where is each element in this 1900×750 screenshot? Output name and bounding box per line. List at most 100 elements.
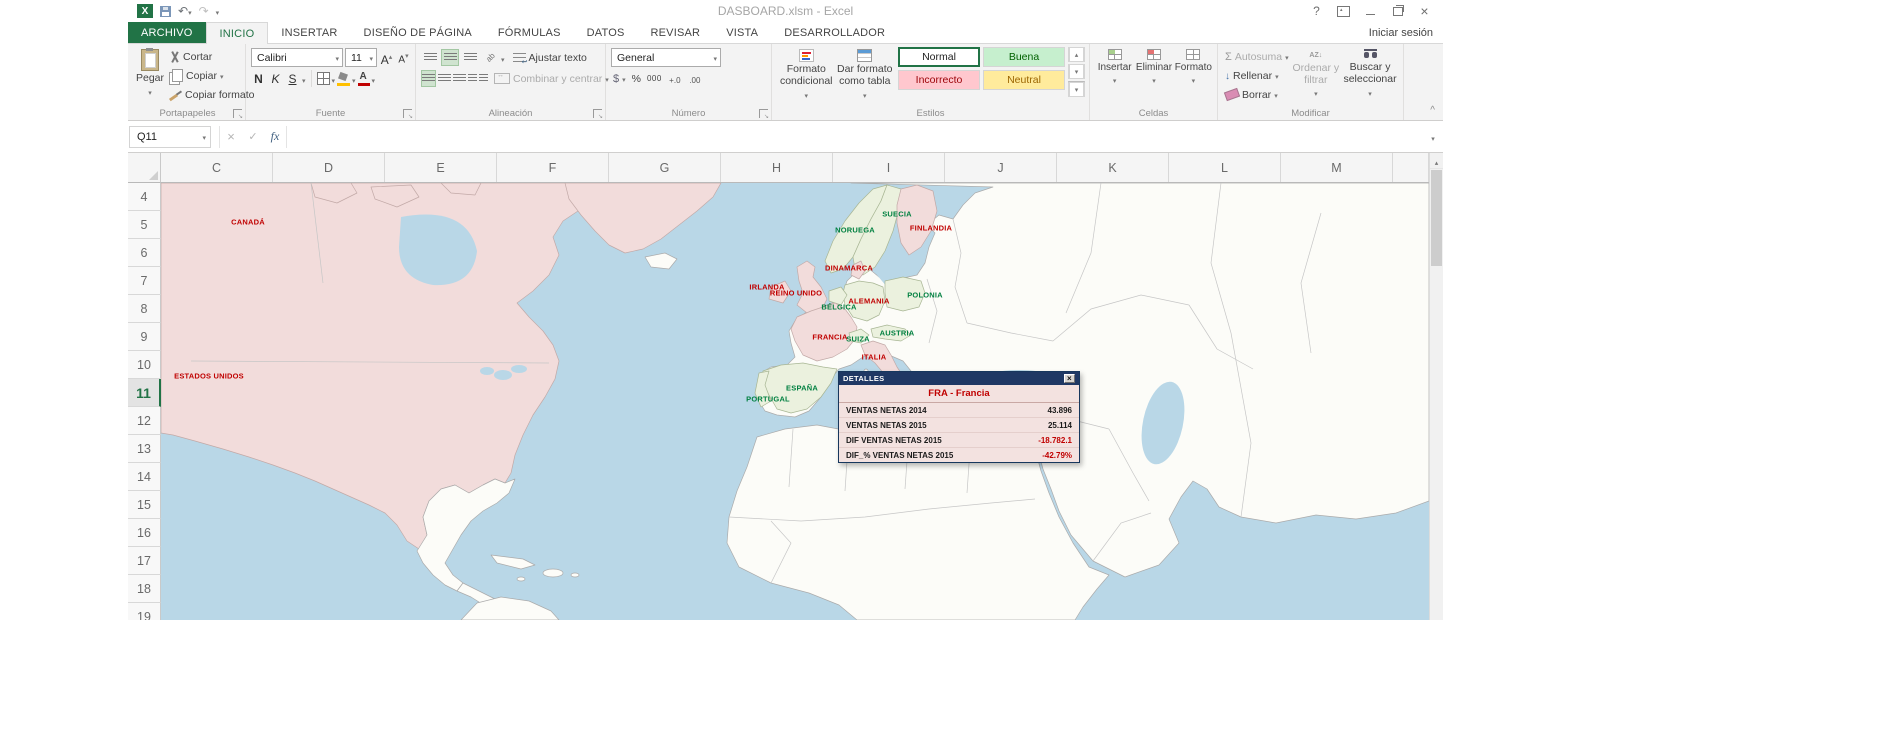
redo-button[interactable] xyxy=(199,5,209,17)
styles-scroll-up-button[interactable] xyxy=(1068,47,1085,62)
row-header-16[interactable]: 16 xyxy=(128,519,161,547)
merge-center-button[interactable]: Combinar y centrar xyxy=(492,69,611,88)
orientation-button[interactable] xyxy=(481,49,499,66)
fill-button[interactable]: Rellenar xyxy=(1223,66,1291,85)
qat-customize-button[interactable] xyxy=(216,5,220,17)
styles-scroll-down-button[interactable] xyxy=(1068,64,1085,79)
tab-diseno-de-pagina[interactable]: DISEÑO DE PÁGINA xyxy=(351,22,485,43)
formula-input[interactable] xyxy=(286,126,1423,148)
cut-button[interactable]: Cortar xyxy=(167,47,256,66)
paste-dropdown-icon[interactable] xyxy=(148,87,152,99)
font-size-dropdown-icon[interactable] xyxy=(369,52,373,64)
orientation-dropdown-icon[interactable] xyxy=(501,49,505,67)
comma-style-button[interactable]: 000 xyxy=(645,69,664,88)
bold-button[interactable]: N xyxy=(251,72,266,86)
sort-filter-dropdown-icon[interactable] xyxy=(1314,88,1318,100)
percent-style-button[interactable]: % xyxy=(630,69,643,88)
row-header-8[interactable]: 8 xyxy=(128,295,161,323)
copy-dropdown-icon[interactable] xyxy=(220,70,224,82)
collapse-ribbon-icon[interactable] xyxy=(1430,105,1435,116)
find-select-dropdown-icon[interactable] xyxy=(1368,88,1372,100)
format-cells-dropdown-icon[interactable] xyxy=(1192,75,1196,87)
insert-cells-button[interactable]: Insertar xyxy=(1095,47,1134,89)
insert-cells-dropdown-icon[interactable] xyxy=(1113,75,1117,87)
tab-formulas[interactable]: FÓRMULAS xyxy=(485,22,574,43)
find-select-button[interactable]: Buscar y seleccionar xyxy=(1341,47,1399,101)
row-header-18[interactable]: 18 xyxy=(128,575,161,603)
font-size-combo[interactable]: 11 xyxy=(345,48,377,67)
align-bottom-button[interactable] xyxy=(461,49,479,66)
underline-button[interactable]: S xyxy=(285,72,300,86)
column-header-clipped[interactable] xyxy=(1393,153,1429,182)
row-header-11[interactable]: 11 xyxy=(128,379,161,407)
format-cells-button[interactable]: Formato xyxy=(1174,47,1213,89)
accounting-format-button[interactable] xyxy=(611,69,628,88)
tab-datos[interactable]: DATOS xyxy=(574,22,638,43)
name-box-dropdown-icon[interactable] xyxy=(202,131,206,143)
align-right-button[interactable] xyxy=(453,70,466,87)
column-header-m[interactable]: M xyxy=(1281,153,1393,182)
font-name-combo[interactable]: Calibri xyxy=(251,48,343,67)
sign-in-link[interactable]: Iniciar sesión xyxy=(1369,22,1443,43)
tab-revisar[interactable]: REVISAR xyxy=(638,22,714,43)
copy-button[interactable]: Copiar xyxy=(167,66,256,85)
fill-dropdown-icon[interactable] xyxy=(1275,70,1279,82)
decrease-indent-button[interactable] xyxy=(468,70,477,87)
conditional-formatting-button[interactable]: Formato condicional xyxy=(777,47,836,103)
formula-enter-button[interactable] xyxy=(242,126,264,148)
insert-function-button[interactable]: fx xyxy=(264,126,286,148)
font-name-dropdown-icon[interactable] xyxy=(335,52,339,64)
align-left-button[interactable] xyxy=(421,70,436,87)
column-header-k[interactable]: K xyxy=(1057,153,1169,182)
popup-close-icon[interactable] xyxy=(1064,374,1075,383)
restore-button[interactable] xyxy=(1384,1,1411,21)
undo-button[interactable] xyxy=(178,5,192,17)
cell-style-good[interactable]: Buena xyxy=(983,47,1065,67)
decrease-decimal-button[interactable] xyxy=(686,70,704,87)
ribbon-display-options-button[interactable] xyxy=(1330,1,1357,21)
vertical-scrollbar[interactable] xyxy=(1429,153,1443,620)
number-format-combo[interactable]: General xyxy=(611,48,721,67)
font-dialog-launcher-icon[interactable] xyxy=(403,109,412,118)
select-all-corner[interactable] xyxy=(128,153,161,183)
row-header-10[interactable]: 10 xyxy=(128,351,161,379)
row-header-12[interactable]: 12 xyxy=(128,407,161,435)
column-header-f[interactable]: F xyxy=(497,153,609,182)
scrollbar-thumb[interactable] xyxy=(1431,170,1442,266)
save-button[interactable] xyxy=(160,6,171,17)
decrease-font-button[interactable]: A xyxy=(396,50,411,65)
column-header-h[interactable]: H xyxy=(721,153,833,182)
minimize-button[interactable] xyxy=(1357,1,1384,21)
sort-filter-button[interactable]: Ordenar y filtrar xyxy=(1291,47,1341,102)
name-box[interactable]: Q11 xyxy=(129,126,211,148)
row-header-13[interactable]: 13 xyxy=(128,435,161,463)
autosum-button[interactable]: Autosuma xyxy=(1223,47,1291,66)
popup-titlebar[interactable]: DETALLES xyxy=(839,372,1079,385)
delete-cells-dropdown-icon[interactable] xyxy=(1152,75,1156,87)
cell-style-normal[interactable]: Normal xyxy=(898,47,980,67)
row-header-4[interactable]: 4 xyxy=(128,183,161,211)
underline-dropdown-icon[interactable] xyxy=(302,70,306,88)
format-as-table-button[interactable]: Dar formato como tabla xyxy=(836,47,895,103)
number-dialog-launcher-icon[interactable] xyxy=(759,109,768,118)
align-top-button[interactable] xyxy=(421,49,439,66)
increase-decimal-button[interactable] xyxy=(666,70,684,87)
autosum-dropdown-icon[interactable] xyxy=(1285,51,1289,63)
column-header-g[interactable]: G xyxy=(609,153,721,182)
clipboard-dialog-launcher-icon[interactable] xyxy=(233,109,242,118)
fill-color-dropdown-icon[interactable] xyxy=(352,70,356,88)
accounting-dropdown-icon[interactable] xyxy=(622,73,626,85)
cell-style-neutral[interactable]: Neutral xyxy=(983,70,1065,90)
tab-desarrollador[interactable]: DESARROLLADOR xyxy=(771,22,898,43)
delete-cells-button[interactable]: Eliminar xyxy=(1134,47,1173,89)
cell-style-bad[interactable]: Incorrecto xyxy=(898,70,980,90)
row-header-14[interactable]: 14 xyxy=(128,463,161,491)
column-header-l[interactable]: L xyxy=(1169,153,1281,182)
scrollbar-up-button[interactable] xyxy=(1430,153,1443,169)
borders-dropdown-icon[interactable] xyxy=(332,70,336,88)
tab-inicio[interactable]: INICIO xyxy=(206,22,269,44)
column-header-i[interactable]: I xyxy=(833,153,945,182)
wrap-text-button[interactable]: Ajustar texto xyxy=(511,48,589,67)
row-header-15[interactable]: 15 xyxy=(128,491,161,519)
row-header-6[interactable]: 6 xyxy=(128,239,161,267)
